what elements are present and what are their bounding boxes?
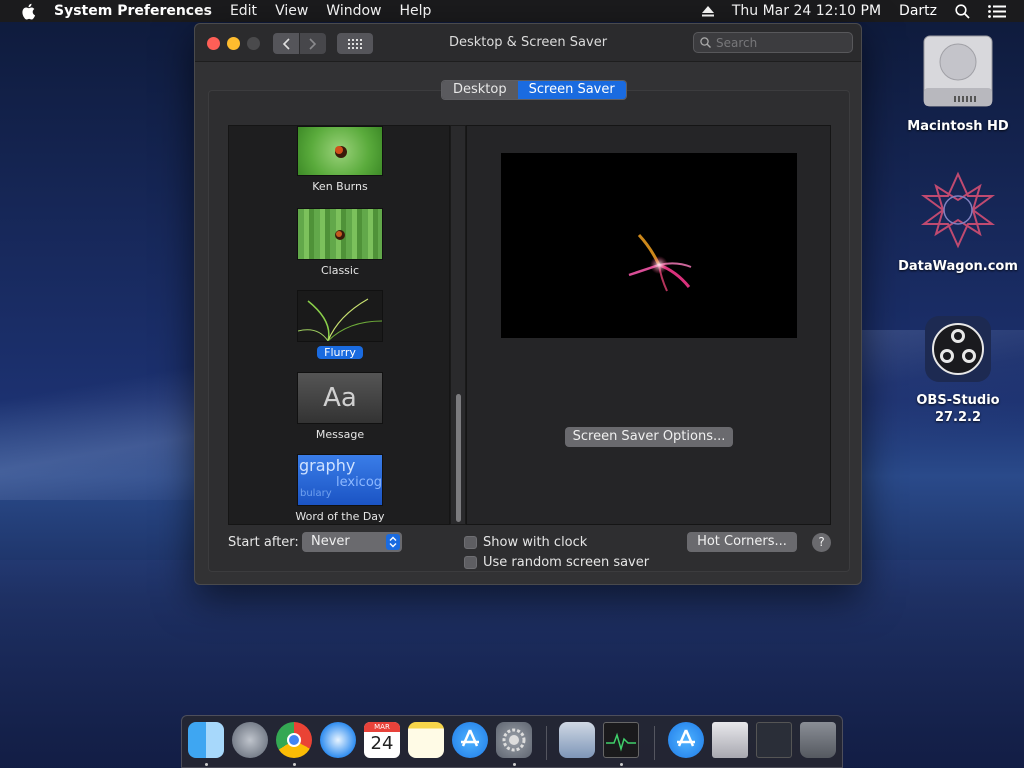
menu-bar: System Preferences Edit View Window Help… xyxy=(0,0,1024,22)
running-indicator xyxy=(205,763,208,766)
list-item-ken-burns[interactable]: Ken Burns xyxy=(229,126,451,194)
flurry-thumbnail xyxy=(297,290,383,342)
list-item-message[interactable]: Aa Message xyxy=(229,372,451,442)
wod-word: lexicog xyxy=(336,475,383,490)
start-after-value: Never xyxy=(311,534,350,549)
start-after-label: Start after: xyxy=(228,535,299,550)
list-item-classic[interactable]: Classic xyxy=(229,208,451,278)
notes-icon[interactable] xyxy=(408,722,444,758)
scrollbar-thumb[interactable] xyxy=(456,394,461,522)
preview-app-icon[interactable] xyxy=(559,722,595,758)
tab-desktop[interactable]: Desktop xyxy=(442,81,518,99)
flurry-streaks-icon xyxy=(298,298,382,341)
screen-saver-list[interactable]: Ken Burns Classic Flurry Aa Message grap… xyxy=(228,125,450,525)
desktop-icon-label: Macintosh HD xyxy=(907,119,1009,134)
updown-arrows-icon xyxy=(386,534,400,550)
safari-icon[interactable] xyxy=(320,722,356,758)
running-indicator xyxy=(513,763,516,766)
search-input[interactable] xyxy=(716,35,846,50)
system-preferences-icon[interactable] xyxy=(496,722,532,758)
menu-edit[interactable]: Edit xyxy=(230,3,257,19)
show-with-clock-label: Show with clock xyxy=(483,535,588,550)
eject-icon[interactable] xyxy=(701,5,714,17)
dock: MAR 24 xyxy=(181,715,843,768)
datawagon-logo-icon xyxy=(920,171,996,249)
dock-separator xyxy=(654,726,655,760)
random-screen-saver-checkbox[interactable] xyxy=(464,556,477,569)
random-screen-saver-label: Use random screen saver xyxy=(483,555,650,570)
spotlight-search-icon[interactable] xyxy=(955,3,970,19)
search-field[interactable] xyxy=(693,32,853,53)
classic-thumbnail xyxy=(297,208,383,260)
search-icon xyxy=(700,37,711,48)
finder-icon[interactable] xyxy=(188,722,224,758)
list-item-word-of-the-day[interactable]: graphy lexicog bulary Word of the Day xyxy=(229,454,451,524)
desktop-icon-datawagon[interactable]: DataWagon.com xyxy=(898,170,1018,275)
dock-separator xyxy=(546,726,547,760)
message-thumb-text: Aa xyxy=(323,383,357,413)
message-thumbnail: Aa xyxy=(297,372,383,424)
content-panel: Ken Burns Classic Flurry Aa Message grap… xyxy=(208,90,850,572)
menu-clock[interactable]: Thu Mar 24 12:10 PM xyxy=(732,3,881,19)
tab-screen-saver[interactable]: Screen Saver xyxy=(517,81,626,99)
menu-user[interactable]: Dartz xyxy=(899,3,937,19)
segmented-tabs: Desktop Screen Saver xyxy=(441,80,627,100)
screen-saver-options-button[interactable]: Screen Saver Options... xyxy=(565,427,733,447)
desktop-icon-label: DataWagon.com xyxy=(898,259,1018,274)
notification-center-icon[interactable] xyxy=(988,4,1006,18)
desktop-icon-obs[interactable]: OBS-Studio 27.2.2 xyxy=(898,314,1018,426)
start-after-select[interactable]: Never xyxy=(302,532,402,552)
hard-drive-icon xyxy=(923,35,993,107)
help-button[interactable]: ? xyxy=(812,533,831,552)
ken-burns-thumbnail xyxy=(297,126,383,176)
downloads-stack-icon[interactable] xyxy=(668,722,704,758)
show-with-clock-row[interactable]: Show with clock xyxy=(464,535,587,550)
word-of-the-day-thumbnail: graphy lexicog bulary xyxy=(297,454,383,506)
activity-monitor-icon[interactable] xyxy=(603,722,639,758)
app-store-icon[interactable] xyxy=(452,722,488,758)
running-indicator xyxy=(620,763,623,766)
list-scrollbar[interactable] xyxy=(450,125,466,525)
preview-area: Screen Saver Options... xyxy=(466,125,831,525)
chrome-icon[interactable] xyxy=(276,722,312,758)
menu-app-name[interactable]: System Preferences xyxy=(54,3,212,19)
desktop-icon-label: OBS-Studio 27.2.2 xyxy=(916,393,1000,425)
saver-label: Message xyxy=(315,428,365,441)
menu-view[interactable]: View xyxy=(275,3,308,19)
desktop-stack-icon[interactable] xyxy=(756,722,792,758)
launchpad-icon[interactable] xyxy=(232,722,268,758)
ladybug-icon xyxy=(335,230,345,240)
calendar-month: MAR xyxy=(364,722,400,732)
menu-window[interactable]: Window xyxy=(326,3,381,19)
show-with-clock-checkbox[interactable] xyxy=(464,536,477,549)
saver-label: Ken Burns xyxy=(312,180,368,193)
ladybug-icon xyxy=(335,146,347,158)
flurry-preview-icon xyxy=(628,233,692,292)
desktop-icon-macintosh-hd[interactable]: Macintosh HD xyxy=(898,32,1018,135)
menu-help[interactable]: Help xyxy=(400,3,432,19)
random-screen-saver-row[interactable]: Use random screen saver xyxy=(464,555,649,570)
saver-label: Classic xyxy=(320,264,360,277)
wod-word: bulary xyxy=(300,488,332,499)
saver-label: Word of the Day xyxy=(295,510,385,523)
list-item-flurry[interactable]: Flurry xyxy=(229,290,451,360)
hot-corners-button[interactable]: Hot Corners... xyxy=(687,532,797,552)
obs-logo-icon xyxy=(925,316,991,382)
documents-stack-icon[interactable] xyxy=(712,722,748,758)
trash-icon[interactable] xyxy=(800,722,836,758)
calendar-icon[interactable]: MAR 24 xyxy=(364,722,400,758)
screen-saver-preview xyxy=(501,153,797,338)
preferences-window: Desktop & Screen Saver Desktop Screen Sa… xyxy=(194,23,862,585)
wod-word: graphy xyxy=(299,456,356,475)
saver-label-selected: Flurry xyxy=(317,346,363,359)
running-indicator xyxy=(293,763,296,766)
apple-icon[interactable] xyxy=(20,3,36,20)
title-bar[interactable]: Desktop & Screen Saver xyxy=(195,24,861,62)
calendar-day: 24 xyxy=(370,733,394,754)
